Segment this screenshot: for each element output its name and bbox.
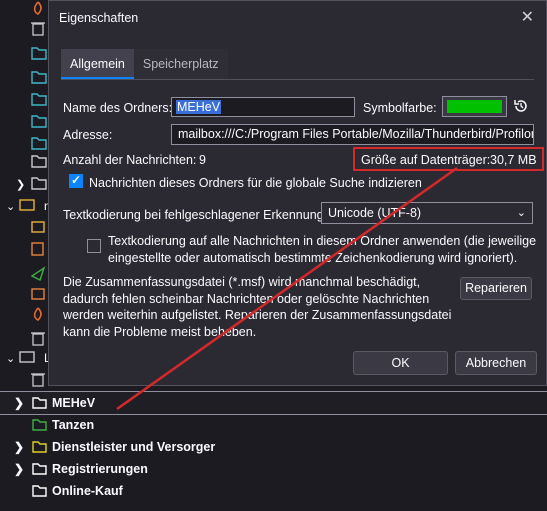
global-search-checkbox[interactable]: ✓	[69, 173, 83, 188]
tab-panel-divider	[61, 79, 534, 80]
folder-icon	[32, 441, 47, 453]
disk-size-label: Größe auf Datenträger:	[361, 153, 491, 167]
repair-button[interactable]: Reparieren	[460, 277, 532, 300]
fallback-encoding-select[interactable]: Unicode (UTF-8) ⌄	[321, 202, 533, 224]
apply-encoding-label[interactable]: Textkodierung auf alle Nachrichten in di…	[108, 233, 536, 266]
chevron-right-icon[interactable]: ❯	[14, 396, 24, 410]
tab-bar: Allgemein Speicherplatz	[61, 49, 228, 79]
folder-name-value: MEHeV	[176, 100, 222, 114]
folder-item-registrierungen[interactable]: ❯ Registrierungen	[0, 458, 547, 480]
chevron-right-icon[interactable]: ❯	[14, 440, 24, 454]
summary-file-description: Die Zusammenfassungsdatei (*.msf) wird m…	[63, 275, 452, 339]
message-count-label: Anzahl der Nachrichten:	[63, 153, 197, 167]
global-search-label[interactable]: Nachrichten dieses Ordners für die globa…	[89, 176, 422, 190]
svg-text:⌄: ⌄	[6, 353, 15, 365]
folder-item-tanzen[interactable]: Tanzen	[0, 414, 547, 436]
message-count-value: 9	[199, 153, 206, 167]
svg-text:⌄: ⌄	[6, 201, 15, 213]
disk-size-value: 30,7 MB	[490, 153, 537, 167]
chevron-right-icon[interactable]: ❯	[14, 462, 24, 476]
folder-item-mehev[interactable]: ❯ MEHeV	[0, 391, 547, 415]
dialog-title: Eigenschaften	[59, 11, 139, 25]
apply-encoding-checkbox[interactable]	[87, 239, 101, 253]
reset-color-icon[interactable]	[511, 96, 531, 116]
trash-icon	[31, 22, 45, 36]
tab-storage[interactable]: Speicherplatz	[133, 49, 228, 79]
dialog-titlebar: Eigenschaften ✕	[49, 1, 546, 35]
folder-name-label: Name des Ordners:	[63, 101, 173, 115]
tab-general[interactable]: Allgemein	[61, 49, 134, 79]
icon-color-label: Symbolfarbe:	[363, 101, 437, 115]
folder-icon	[32, 485, 47, 497]
properties-dialog: Eigenschaften ✕ Allgemein Speicherplatz …	[48, 0, 547, 386]
svg-text:❯: ❯	[16, 179, 25, 191]
folder-tree-icon-strip: ❯ ⌄ n ⌄ L	[6, 1, 48, 387]
checkmark-icon: ✓	[71, 173, 82, 187]
icon-color-swatch	[447, 100, 502, 113]
icon-color-button[interactable]	[442, 96, 507, 117]
fallback-encoding-label: Textkodierung bei fehlgeschlagener Erken…	[63, 208, 328, 222]
close-icon[interactable]: ✕	[521, 7, 534, 27]
folder-icon	[32, 463, 47, 475]
folder-name-input[interactable]: MEHeV	[171, 97, 355, 117]
ok-button[interactable]: OK	[353, 351, 448, 375]
address-label: Adresse:	[63, 128, 113, 142]
folder-icon	[32, 397, 47, 409]
cancel-button[interactable]: Abbrechen	[455, 351, 537, 375]
fallback-encoding-value: Unicode (UTF-8)	[328, 206, 422, 220]
junk-icon	[33, 1, 42, 15]
folder-icon	[32, 419, 47, 431]
folder-item-dienstleister[interactable]: ❯ Dienstleister und Versorger	[0, 436, 547, 458]
folder-item-online-kauf[interactable]: Online-Kauf	[0, 480, 547, 502]
chevron-down-icon: ⌄	[516, 207, 526, 219]
address-field[interactable]: mailbox:///C:/Program Files Portable/Moz…	[171, 124, 534, 145]
